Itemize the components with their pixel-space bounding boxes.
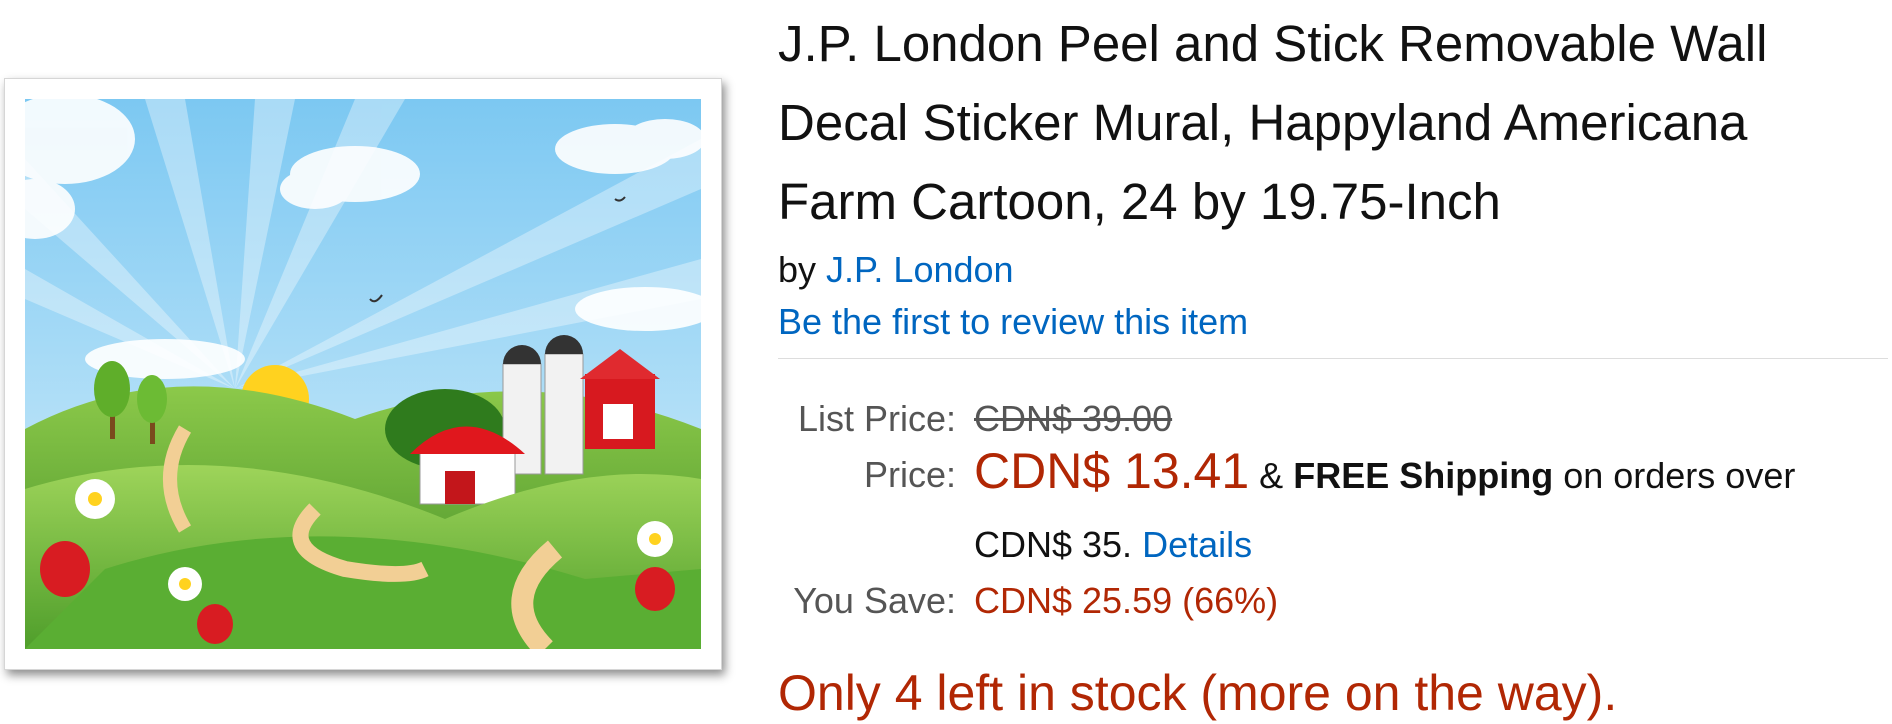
product-info: J.P. London Peel and Stick Removable Wal… <box>778 0 1888 359</box>
price-label: Price: <box>863 454 956 495</box>
brand-link[interactable]: J.P. London <box>826 249 1014 290</box>
byline-prefix: by <box>778 249 817 290</box>
price-value: CDN$ 13.41 <box>974 443 1250 499</box>
byline: by J.P. London <box>778 245 1888 295</box>
shipping-condition: on orders over <box>1563 455 1796 496</box>
list-price-label: List Price: <box>797 398 956 439</box>
product-title: J.P. London Peel and Stick Removable Wal… <box>778 0 1888 241</box>
divider <box>778 358 1888 359</box>
product-image[interactable] <box>4 78 722 670</box>
shipping-details-link[interactable]: Details <box>1142 524 1252 565</box>
product-title-line: J.P. London Peel and Stick Removable Wal… <box>778 15 1768 72</box>
product-title-line: Decal Sticker Mural, Happyland Americana <box>778 94 1748 151</box>
first-review-link[interactable]: Be the first to review this item <box>778 301 1248 342</box>
list-price-value: CDN$ 39.00 <box>974 398 1173 439</box>
you-save-value: CDN$ 25.59 (66%) <box>974 580 1279 621</box>
free-shipping-label: FREE Shipping <box>1293 455 1554 496</box>
you-save-label: You Save: <box>793 580 956 621</box>
shipping-amp: & <box>1259 455 1284 496</box>
review-row: Be the first to review this item <box>778 295 1888 349</box>
product-title-line: Farm Cartoon, 24 by 19.75-Inch <box>778 173 1501 230</box>
shipping-threshold: CDN$ 35. <box>974 524 1133 565</box>
farm-landscape-image <box>25 99 701 649</box>
stock-status: Only 4 left in stock (more on the way). <box>778 665 1618 721</box>
